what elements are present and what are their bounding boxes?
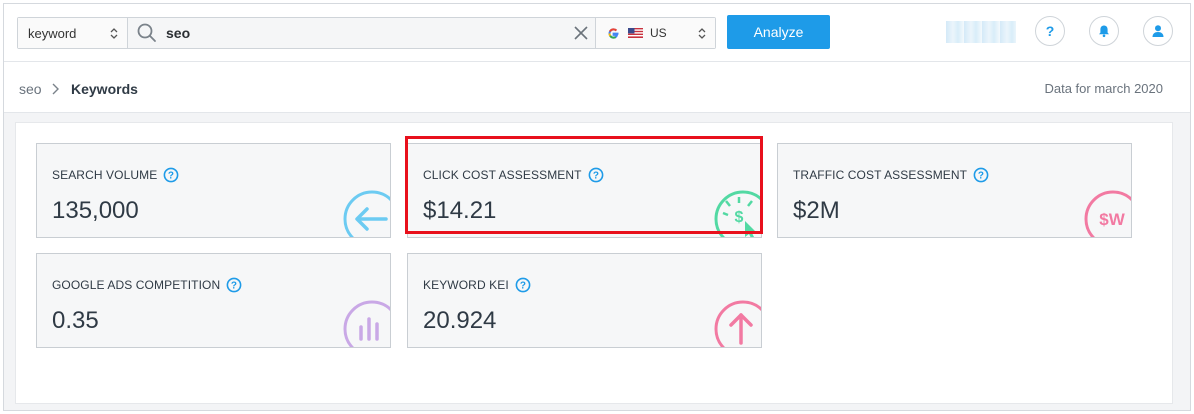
metric-label: CLICK COST ASSESSMENT <box>423 168 582 182</box>
bar-chart-icon <box>343 300 390 347</box>
us-flag-icon <box>628 28 643 38</box>
search-box <box>128 18 595 48</box>
svg-text:?: ? <box>520 281 526 292</box>
region-select[interactable]: US <box>595 18 715 48</box>
metric-label: SEARCH VOLUME <box>52 168 158 182</box>
search-group: keyword seo US <box>17 17 716 49</box>
help-circle-icon[interactable]: ? <box>973 167 989 183</box>
arrow-up-icon <box>714 300 761 347</box>
metric-label: GOOGLE ADS COMPETITION <box>52 278 221 292</box>
search-icon <box>137 23 156 42</box>
svg-text:?: ? <box>978 171 984 182</box>
app-window: keyword seo US Analyze ? seo Keywords Da… <box>3 3 1191 411</box>
help-circle-icon[interactable]: ? <box>588 167 604 183</box>
metric-card-click-cost: CLICK COST ASSESSMENT ? $14.21 $ <box>407 143 762 238</box>
click-cost-icon: $ <box>714 190 761 237</box>
user-icon <box>1152 25 1164 37</box>
metric-label: TRAFFIC COST ASSESSMENT <box>793 168 968 182</box>
chevron-right-icon <box>52 83 59 95</box>
metric-label-row: CLICK COST ASSESSMENT ? <box>423 167 604 183</box>
search-input[interactable] <box>166 19 546 47</box>
arrow-left-icon <box>343 190 390 237</box>
svg-text:?: ? <box>1046 23 1055 39</box>
help-circle-icon[interactable]: ? <box>226 277 242 293</box>
svg-text:?: ? <box>168 171 174 182</box>
profile-button[interactable] <box>1143 16 1173 46</box>
metric-card-ads-competition: GOOGLE ADS COMPETITION ? 0.35 <box>36 253 391 348</box>
account-name-blurred[interactable] <box>946 21 1016 43</box>
svg-text:?: ? <box>592 171 598 182</box>
metrics-panel: SEARCH VOLUME ? 135,000 CLICK COST ASSES… <box>15 122 1173 404</box>
google-icon <box>608 27 619 39</box>
svg-text:?: ? <box>231 281 237 292</box>
data-period-label: Data for march 2020 <box>1044 81 1163 96</box>
notifications-button[interactable] <box>1089 16 1119 46</box>
metric-card-search-volume: SEARCH VOLUME ? 135,000 <box>36 143 391 238</box>
metric-value: 20.924 <box>423 307 497 334</box>
search-type-value: keyword <box>28 25 77 41</box>
metric-label-row: GOOGLE ADS COMPETITION ? <box>52 277 242 293</box>
metric-label-row: TRAFFIC COST ASSESSMENT ? <box>793 167 989 183</box>
metric-label-row: SEARCH VOLUME ? <box>52 167 179 183</box>
question-icon: ? <box>1046 23 1055 39</box>
traffic-cost-icon: $W <box>1084 190 1131 237</box>
metric-value: $2M <box>793 197 840 224</box>
breadcrumb: seo Keywords Data for march 2020 <box>4 62 1190 113</box>
metric-value: $14.21 <box>423 197 497 224</box>
help-circle-icon[interactable]: ? <box>515 277 531 293</box>
metric-value: 135,000 <box>52 197 139 224</box>
metric-card-keyword-kei: KEYWORD KEI ? 20.924 <box>407 253 762 348</box>
search-type-select[interactable]: keyword <box>18 18 128 48</box>
analyze-button[interactable]: Analyze <box>727 15 830 49</box>
region-value: US <box>650 26 667 40</box>
metric-value: 0.35 <box>52 307 99 334</box>
help-button[interactable]: ? <box>1035 16 1065 46</box>
select-updown-icon <box>698 28 706 39</box>
bell-icon <box>1099 25 1109 38</box>
top-toolbar: keyword seo US Analyze ? <box>4 4 1190 62</box>
breadcrumb-current: Keywords <box>71 81 138 97</box>
metric-card-traffic-cost: TRAFFIC COST ASSESSMENT ? $2M $W <box>777 143 1132 238</box>
metric-label-row: KEYWORD KEI ? <box>423 277 531 293</box>
metric-label: KEYWORD KEI <box>423 278 509 292</box>
breadcrumb-root-link[interactable]: seo <box>19 81 42 97</box>
clear-search-icon[interactable] <box>573 25 589 41</box>
help-circle-icon[interactable]: ? <box>163 167 179 183</box>
traffic-cost-icon-text: $W <box>1099 210 1125 229</box>
select-updown-icon <box>110 28 118 39</box>
svg-text:$: $ <box>735 209 744 226</box>
